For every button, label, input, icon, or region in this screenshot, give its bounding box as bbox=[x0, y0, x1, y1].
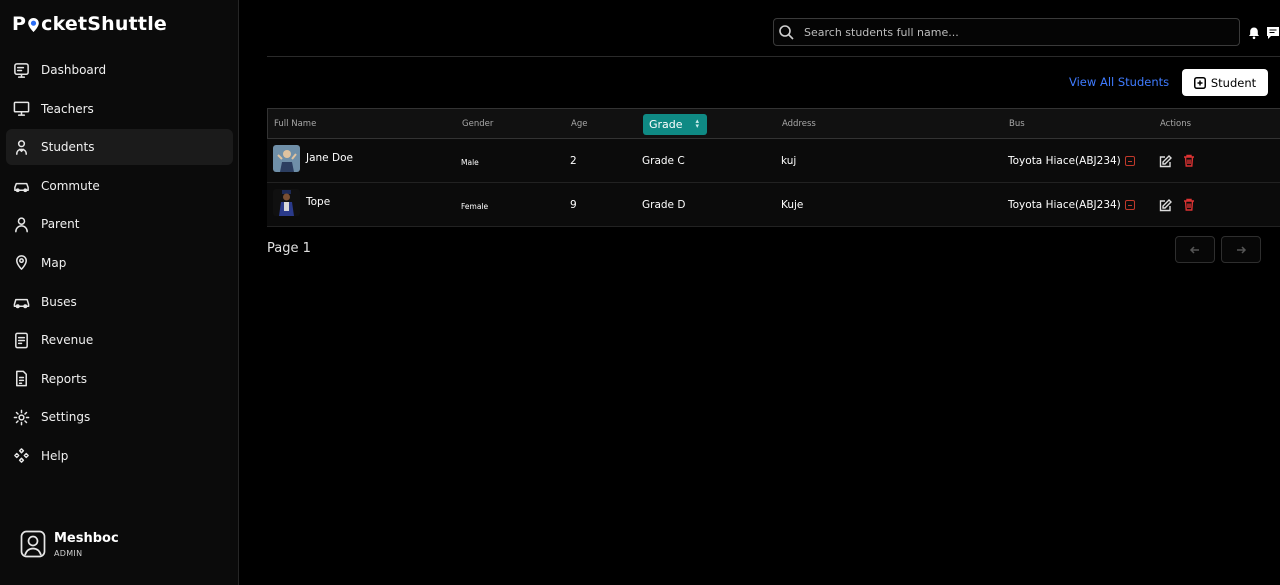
column-grade-label: Grade bbox=[649, 118, 683, 131]
column-full-name[interactable]: Full Name bbox=[274, 119, 316, 129]
reports-icon bbox=[12, 370, 30, 388]
sidebar-item-settings[interactable]: Settings bbox=[6, 399, 233, 435]
remove-bus-icon[interactable] bbox=[1125, 156, 1135, 166]
student-age: 9 bbox=[570, 199, 577, 211]
sidebar-item-buses[interactable]: Buses bbox=[6, 284, 233, 320]
page-indicator: Page 1 bbox=[267, 241, 311, 256]
student-avatar bbox=[273, 145, 300, 172]
trash-icon[interactable] bbox=[1183, 198, 1195, 211]
student-age: 2 bbox=[570, 155, 577, 167]
gear-icon bbox=[12, 408, 30, 426]
sidebar-item-label: Parent bbox=[41, 217, 80, 232]
sidebar-item-label: Dashboard bbox=[41, 63, 107, 77]
sidebar-item-parent[interactable]: Parent bbox=[6, 206, 233, 242]
sidebar-item-label: Map bbox=[41, 255, 67, 270]
sidebar-item-label: Commute bbox=[41, 178, 100, 193]
app-logo[interactable]: P cketShuttle bbox=[12, 13, 167, 35]
help-icon bbox=[12, 447, 30, 465]
sidebar: P cketShuttle Dashboard Teachers Student… bbox=[0, 0, 239, 585]
sidebar-item-teachers[interactable]: Teachers bbox=[6, 91, 233, 127]
user-profile[interactable]: Meshboc ADMIN bbox=[20, 530, 119, 558]
arrow-right-icon bbox=[1237, 245, 1247, 254]
student-icon bbox=[12, 138, 30, 156]
student-avatar bbox=[273, 189, 300, 216]
location-pin-icon bbox=[27, 16, 40, 32]
sidebar-item-map[interactable]: Map bbox=[6, 245, 233, 281]
bus-icon bbox=[12, 293, 30, 311]
student-name[interactable]: Jane Doe bbox=[306, 152, 353, 164]
map-pin-icon bbox=[12, 254, 30, 272]
next-page-button[interactable] bbox=[1221, 236, 1261, 263]
sort-icon: ▴ ▾ bbox=[695, 117, 699, 130]
column-address[interactable]: Address bbox=[782, 119, 816, 129]
plus-square-icon bbox=[1193, 76, 1206, 89]
sidebar-item-help[interactable]: Help bbox=[6, 438, 233, 474]
trash-icon[interactable] bbox=[1183, 154, 1195, 167]
student-gender: Female bbox=[461, 202, 489, 211]
sidebar-nav: Dashboard Teachers Students Commute Pare… bbox=[6, 52, 233, 477]
student-address: kuj bbox=[781, 155, 797, 167]
message-icon[interactable] bbox=[1266, 25, 1280, 39]
search-input[interactable] bbox=[804, 25, 1224, 39]
table-header: Full Name Gender Age Grade ▴ ▾ Address Bu… bbox=[267, 108, 1280, 139]
sidebar-item-students[interactable]: Students bbox=[6, 129, 233, 166]
edit-icon[interactable] bbox=[1159, 155, 1172, 168]
search-bar bbox=[773, 18, 1240, 46]
dashboard-icon bbox=[12, 61, 30, 79]
sidebar-item-label: Buses bbox=[41, 294, 77, 309]
column-age[interactable]: Age bbox=[571, 119, 587, 129]
logo-suffix: cketShuttle bbox=[41, 13, 167, 35]
previous-page-button[interactable] bbox=[1175, 236, 1215, 263]
student-bus: Toyota Hiace(ABJ234) bbox=[1008, 199, 1121, 211]
revenue-icon bbox=[12, 331, 30, 349]
arrow-left-icon bbox=[1189, 245, 1199, 254]
sidebar-item-label: Settings bbox=[41, 410, 91, 425]
sidebar-item-label: Teachers bbox=[41, 101, 94, 116]
student-name[interactable]: Tope bbox=[306, 196, 330, 208]
bell-icon[interactable] bbox=[1247, 25, 1261, 40]
sidebar-item-label: Help bbox=[41, 448, 69, 463]
edit-icon[interactable] bbox=[1159, 199, 1172, 212]
table-row[interactable]: Jane Doe Male 2 Grade C kuj Toyota Hiace… bbox=[267, 139, 1280, 183]
sidebar-item-label: Revenue bbox=[41, 333, 94, 348]
column-grade-sort-button[interactable]: Grade ▴ ▾ bbox=[643, 114, 707, 135]
remove-bus-icon[interactable] bbox=[1125, 200, 1135, 210]
column-bus[interactable]: Bus bbox=[1009, 119, 1025, 129]
student-bus: Toyota Hiace(ABJ234) bbox=[1008, 155, 1121, 167]
monitor-icon bbox=[12, 100, 30, 118]
sidebar-item-commute[interactable]: Commute bbox=[6, 168, 233, 204]
student-grade: Grade C bbox=[642, 155, 685, 167]
sidebar-item-label: Students bbox=[41, 140, 95, 155]
logo-prefix: P bbox=[12, 13, 27, 35]
sidebar-item-label: Reports bbox=[41, 371, 88, 386]
user-avatar-icon bbox=[20, 530, 46, 558]
search-icon bbox=[779, 25, 794, 40]
user-icon bbox=[12, 215, 30, 233]
column-actions: Actions bbox=[1160, 119, 1192, 129]
student-gender: Male bbox=[461, 158, 479, 167]
car-icon bbox=[12, 177, 30, 195]
column-gender[interactable]: Gender bbox=[462, 119, 493, 129]
table-row[interactable]: Tope Female 9 Grade D Kuje Toyota Hiace(… bbox=[267, 183, 1280, 227]
student-grade: Grade D bbox=[642, 199, 686, 211]
header-divider bbox=[267, 56, 1280, 57]
user-role: ADMIN bbox=[54, 548, 83, 558]
student-address: Kuje bbox=[781, 199, 804, 211]
user-name: Meshboc bbox=[54, 530, 119, 546]
view-all-students-link[interactable]: View All Students bbox=[1069, 75, 1169, 89]
sidebar-item-revenue[interactable]: Revenue bbox=[6, 322, 233, 358]
add-student-button[interactable]: Student bbox=[1182, 69, 1268, 96]
students-table: Full Name Gender Age Grade ▴ ▾ Address Bu… bbox=[267, 108, 1280, 227]
sidebar-item-reports[interactable]: Reports bbox=[6, 361, 233, 397]
add-student-label: Student bbox=[1210, 75, 1257, 90]
sidebar-item-dashboard[interactable]: Dashboard bbox=[6, 52, 233, 88]
